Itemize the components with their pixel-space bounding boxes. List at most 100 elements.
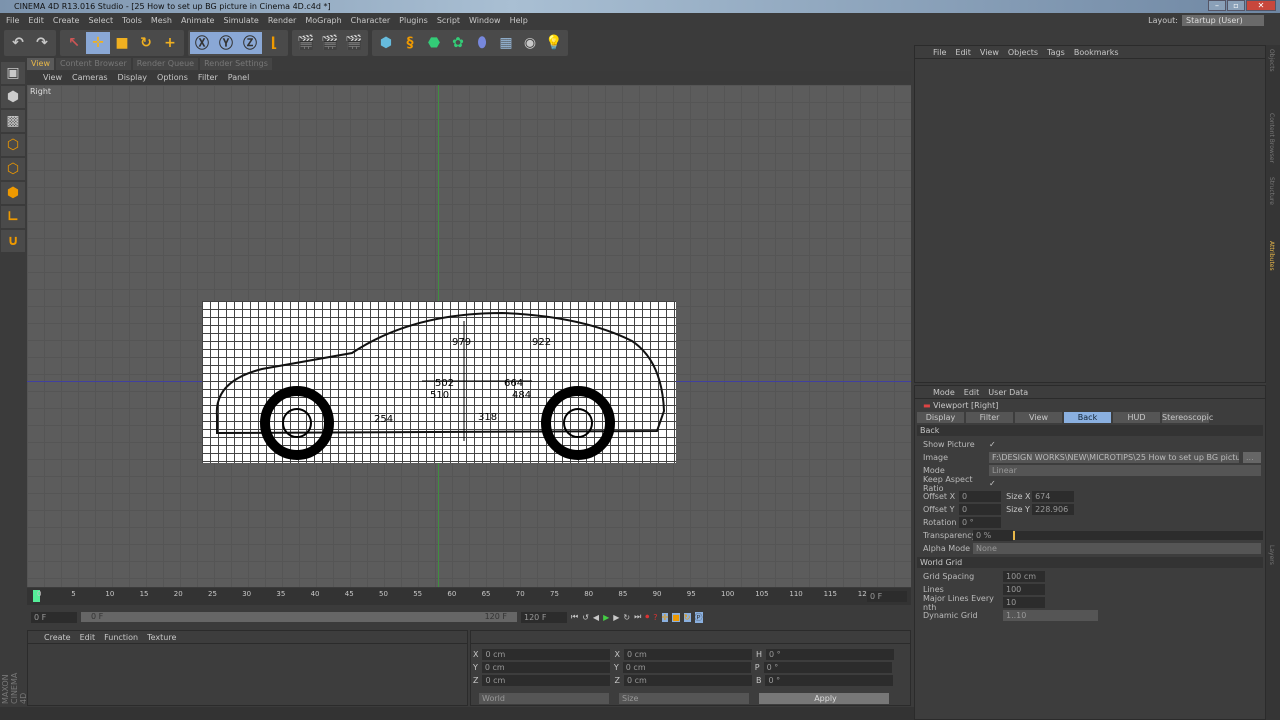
material-menu-function[interactable]: Function (104, 631, 138, 643)
menu-edit[interactable]: Edit (28, 14, 44, 28)
attr-tab-hud[interactable]: HUD (1113, 412, 1160, 423)
attr-tab-view[interactable]: View (1015, 412, 1062, 423)
menu-mesh[interactable]: Mesh (151, 14, 172, 28)
menu-script[interactable]: Script (437, 14, 460, 28)
snap-icon[interactable]: ∪ (1, 230, 25, 252)
undo-icon[interactable]: ↶ (6, 32, 30, 54)
close-button[interactable]: ✕ (1246, 0, 1276, 11)
floor-icon[interactable]: ▦ (494, 32, 518, 54)
rotation-field[interactable]: 0 ° (959, 517, 1001, 528)
key-param-icon[interactable]: Ⓟ (694, 611, 703, 623)
axis-icon[interactable]: ∟ (1, 206, 25, 228)
end-frame-field[interactable]: 120 F (521, 611, 567, 623)
record-icon[interactable]: ⏺ (645, 612, 649, 622)
menu-character[interactable]: Character (351, 14, 391, 28)
mode-dropdown[interactable]: Linear (989, 465, 1261, 476)
transparency-field[interactable]: 0 % (973, 530, 1013, 541)
transparency-slider[interactable] (1013, 531, 1263, 540)
grid-spacing-field[interactable]: 100 cm (1003, 571, 1045, 582)
x-axis-icon[interactable]: Ⓧ (190, 32, 214, 54)
model-mode-icon[interactable]: ⬢ (1, 86, 25, 108)
loop-forward-icon[interactable]: ↻ (623, 613, 630, 622)
coordinate-field[interactable]: 0 ° (765, 649, 894, 660)
key-rotation-icon[interactable]: ↻ (683, 612, 691, 622)
size-x-field[interactable]: 674 (1032, 491, 1075, 502)
attributes-menu-edit[interactable]: Edit (964, 386, 980, 398)
offset-y-field[interactable]: 0 (959, 504, 1001, 515)
viewport-menu-display[interactable]: Display (118, 71, 148, 84)
side-tab-layers[interactable]: Layers (1268, 545, 1275, 605)
cube-icon[interactable]: ⬢ (374, 32, 398, 54)
size-y-field[interactable]: 228.906 (1032, 504, 1075, 515)
coordinate-field[interactable]: 0 ° (765, 675, 894, 686)
tab-render-settings[interactable]: Render Settings (200, 58, 272, 70)
alpha-mode-dropdown[interactable]: None (973, 543, 1261, 554)
goto-start-icon[interactable]: ⏮ (571, 612, 578, 622)
coordinate-field[interactable]: 0 cm (481, 662, 610, 673)
goto-end-icon[interactable]: ⏭ (634, 612, 641, 622)
frame-range-slider[interactable]: 0 F 120 F (81, 612, 517, 622)
keep-aspect-checkbox[interactable]: ✓ (989, 479, 996, 488)
coordinate-field[interactable]: 0 cm (623, 675, 752, 686)
edges-mode-icon[interactable]: ⬡ (1, 158, 25, 180)
light-icon[interactable]: 💡 (542, 32, 566, 54)
render-settings-icon[interactable]: 🎬 (342, 32, 366, 54)
z-axis-icon[interactable]: Ⓩ (238, 32, 262, 54)
viewport-menu-options[interactable]: Options (157, 71, 188, 84)
maximize-button[interactable]: ▫ (1227, 0, 1245, 11)
attr-tab-back[interactable]: Back (1064, 412, 1111, 423)
live-selection-icon[interactable]: ↖ (62, 32, 86, 54)
minimize-button[interactable]: – (1208, 0, 1226, 11)
timeline-ruler[interactable]: 0 5 10 15 20 25 30 35 40 45 50 55 60 65 70 75 80 85 90 95 10… (27, 588, 911, 605)
coordinate-mode-dropdown[interactable]: World (479, 693, 609, 704)
coordinate-system-icon[interactable]: ⌊ (262, 32, 286, 54)
scale-icon[interactable]: ■ (110, 32, 134, 54)
loop-icon[interactable]: ↺ (582, 613, 589, 622)
side-tab-content-browser[interactable]: Content Browser (1268, 113, 1275, 173)
menu-plugins[interactable]: Plugins (399, 14, 428, 28)
size-mode-dropdown[interactable]: Size (619, 693, 749, 704)
menu-render[interactable]: Render (268, 14, 296, 28)
render-view-icon[interactable]: 🎬 (294, 32, 318, 54)
make-editable-icon[interactable]: ▣ (1, 62, 25, 84)
tab-content-browser[interactable]: Content Browser (55, 58, 131, 70)
start-frame-field[interactable]: 0 F (31, 611, 77, 623)
step-back-icon[interactable]: ◀ (593, 613, 599, 622)
key-scale-icon[interactable]: ■ (672, 612, 680, 622)
menu-animate[interactable]: Animate (181, 14, 215, 28)
redo-icon[interactable]: ↷ (30, 32, 54, 54)
material-menu-texture[interactable]: Texture (147, 631, 176, 643)
object-menu-file[interactable]: File (933, 46, 946, 58)
mograph-icon[interactable]: ✿ (446, 32, 470, 54)
offset-x-field[interactable]: 0 (959, 491, 1001, 502)
object-menu-objects[interactable]: Objects (1008, 46, 1038, 58)
side-tab-attributes[interactable]: Attributes (1268, 241, 1275, 541)
viewport-menu-filter[interactable]: Filter (198, 71, 218, 84)
menu-tools[interactable]: Tools (122, 14, 142, 28)
attr-tab-display[interactable]: Display (917, 412, 964, 423)
attributes-menu-user-data[interactable]: User Data (988, 386, 1028, 398)
key-position-icon[interactable]: ✛ (661, 612, 669, 622)
coordinate-field[interactable]: 0 cm (482, 675, 611, 686)
menu-simulate[interactable]: Simulate (223, 14, 258, 28)
viewport-menu-view[interactable]: View (43, 71, 62, 84)
tab-view[interactable]: View (27, 58, 54, 70)
points-mode-icon[interactable]: ⬡ (1, 134, 25, 156)
material-menu-edit[interactable]: Edit (80, 631, 96, 643)
side-tab-objects[interactable]: Objects (1268, 49, 1275, 109)
attr-tab-stereoscopic[interactable]: Stereoscopic (1162, 412, 1213, 423)
texture-mode-icon[interactable]: ▩ (1, 110, 25, 132)
side-tab-structure[interactable]: Structure (1268, 177, 1275, 237)
menu-select[interactable]: Select (88, 14, 113, 28)
layout-selector[interactable]: Layout: Startup (User) (1148, 15, 1264, 26)
object-menu-view[interactable]: View (980, 46, 999, 58)
object-menu-edit[interactable]: Edit (955, 46, 971, 58)
play-icon[interactable]: ▶ (603, 613, 609, 622)
attr-tab-filter[interactable]: Filter (966, 412, 1013, 423)
menu-help[interactable]: Help (510, 14, 528, 28)
layout-dropdown[interactable]: Startup (User) (1182, 15, 1264, 26)
nurbs-icon[interactable]: ⬣ (422, 32, 446, 54)
menu-create[interactable]: Create (53, 14, 80, 28)
viewport-menu-panel[interactable]: Panel (228, 71, 250, 84)
camera-icon[interactable]: ◉ (518, 32, 542, 54)
